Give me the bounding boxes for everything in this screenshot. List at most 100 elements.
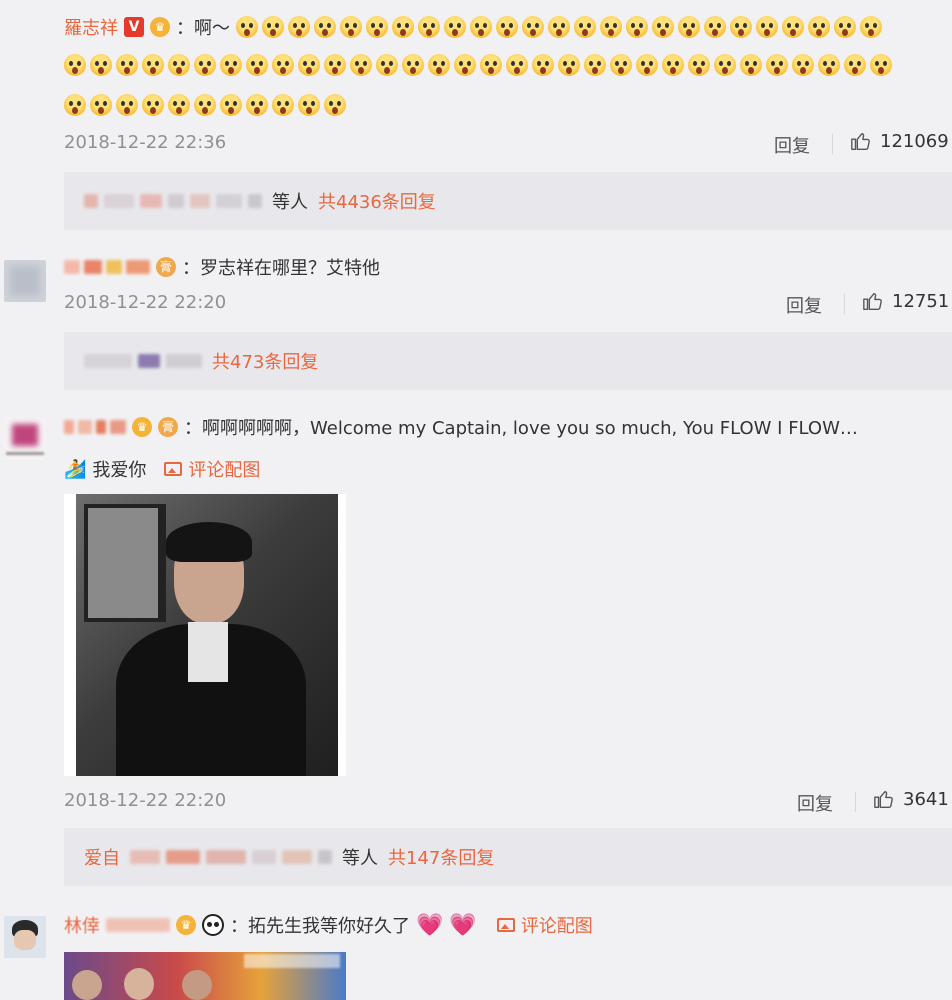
scream-face-icon xyxy=(246,94,268,116)
scream-face-icon xyxy=(548,16,570,38)
comment-date: 2018-12-22 22:36 xyxy=(64,132,227,153)
commenter-name-redacted[interactable] xyxy=(64,260,150,274)
divider xyxy=(832,134,833,154)
scream-face-icon xyxy=(324,54,346,76)
like-count: 12751 xyxy=(892,290,950,312)
comment-image[interactable] xyxy=(64,952,346,1000)
scream-face-icon xyxy=(236,16,258,38)
scream-face-icon xyxy=(766,54,788,76)
reply-button[interactable]: 回复 xyxy=(786,292,822,318)
comment-text: ：啊啊啊啊啊，Welcome my Captain, love you so m… xyxy=(184,418,858,439)
reply-count[interactable]: 共147条回复 xyxy=(388,844,494,870)
scream-face-icon xyxy=(678,16,700,38)
scream-face-icon xyxy=(740,54,762,76)
scream-face-icon xyxy=(220,94,242,116)
topic-link[interactable]: 🏄 我爱你 xyxy=(64,456,146,482)
scream-face-icon xyxy=(574,16,596,38)
fan-badge-icon: ♛ xyxy=(132,417,152,437)
topic-text: 我爱你 xyxy=(92,460,147,481)
scream-face-icon xyxy=(782,16,804,38)
like-button[interactable]: 12751 xyxy=(862,290,949,312)
scream-face-icon xyxy=(64,54,86,76)
scream-face-icon xyxy=(168,54,190,76)
commenter-name[interactable]: 林倖 xyxy=(64,912,100,938)
like-count: 3641 xyxy=(903,788,949,810)
scream-face-icon xyxy=(844,54,866,76)
scream-face-icon xyxy=(298,94,320,116)
reply-summary[interactable]: 爱自 等人 共147条回复 xyxy=(64,828,952,886)
scream-face-icon xyxy=(480,54,502,76)
reply-summary[interactable]: 共473条回复 xyxy=(64,332,952,390)
comment-image-label: 评论配图 xyxy=(188,460,261,481)
scream-face-icon xyxy=(652,16,674,38)
scream-face-icon xyxy=(506,54,528,76)
scream-face-icon xyxy=(262,16,284,38)
scream-face-icon xyxy=(272,54,294,76)
scream-face-icon xyxy=(392,16,414,38)
scream-face-icon xyxy=(818,54,840,76)
scream-face-icon xyxy=(444,16,466,38)
comment-3-attachments: 🏄 我爱你 评论配图 xyxy=(64,456,260,482)
comment-text: ：拓先生我等你好久了 xyxy=(230,916,410,937)
comment-image[interactable] xyxy=(64,494,346,776)
scream-face-icon xyxy=(90,54,112,76)
fan-badge-icon: 膏 xyxy=(156,257,176,277)
scream-face-icon xyxy=(454,54,476,76)
avatar[interactable] xyxy=(4,916,46,958)
comment-date: 2018-12-22 22:20 xyxy=(64,790,227,811)
comment-date: 2018-12-22 22:20 xyxy=(64,292,227,313)
comment-text: ：啊～ xyxy=(176,18,230,39)
image-icon xyxy=(164,462,183,476)
reply-button[interactable]: 回复 xyxy=(797,790,833,816)
scream-face-icon xyxy=(626,16,648,38)
reply-summary-suffix: 等人 xyxy=(342,848,378,869)
panda-icon xyxy=(202,914,224,936)
thumbs-up-icon xyxy=(863,292,882,310)
reply-button[interactable]: 回复 xyxy=(774,132,810,158)
reply-summary-prefix: 爱自 xyxy=(84,848,120,869)
scream-face-icon xyxy=(314,16,336,38)
reply-count[interactable]: 共4436条回复 xyxy=(318,188,436,214)
commenter-name-redacted[interactable] xyxy=(64,420,126,434)
scream-face-icon xyxy=(860,16,882,38)
like-button[interactable]: 3641 xyxy=(873,788,949,810)
scream-face-icon xyxy=(834,16,856,38)
comment-2-header: 膏 ：罗志祥在哪里？艾特他 xyxy=(64,254,380,280)
commenter-name[interactable]: 羅志祥 xyxy=(64,14,118,40)
avatar[interactable] xyxy=(4,260,46,302)
scream-face-icon xyxy=(756,16,778,38)
scream-face-icon xyxy=(142,94,164,116)
fan-badge-icon: 膏 xyxy=(158,417,178,437)
comment-image-link[interactable]: 评论配图 xyxy=(496,912,593,938)
like-count: 121069 xyxy=(880,130,949,152)
scream-face-icon xyxy=(428,54,450,76)
like-button[interactable]: 121069 xyxy=(850,130,949,152)
scream-face-icon xyxy=(792,54,814,76)
thumbs-up-icon xyxy=(851,132,870,150)
scream-face-icon xyxy=(600,16,622,38)
redacted-names xyxy=(130,850,332,864)
scream-face-icon xyxy=(90,94,112,116)
scream-face-icon xyxy=(298,54,320,76)
scream-face-icon xyxy=(366,16,388,38)
reply-summary[interactable]: 等人 共4436条回复 xyxy=(64,172,952,230)
scream-face-icon xyxy=(64,94,86,116)
scream-face-icon xyxy=(662,54,684,76)
scream-face-icon xyxy=(418,16,440,38)
reply-count[interactable]: 共473条回复 xyxy=(212,348,318,374)
scream-emoji-row xyxy=(64,94,944,116)
scream-face-icon xyxy=(288,16,310,38)
scream-face-icon xyxy=(808,16,830,38)
commenter-name-redacted xyxy=(106,918,170,932)
avatar[interactable] xyxy=(4,418,46,460)
scream-face-icon xyxy=(636,54,658,76)
comment-image-link[interactable]: 评论配图 xyxy=(164,456,260,482)
scream-face-icon xyxy=(704,16,726,38)
image-icon xyxy=(496,918,515,932)
redacted-names xyxy=(84,354,202,368)
scream-face-icon xyxy=(870,54,892,76)
reply-summary-suffix: 等人 xyxy=(272,192,308,213)
scream-face-icon xyxy=(350,54,372,76)
scream-face-icon xyxy=(194,54,216,76)
scream-face-icon xyxy=(168,94,190,116)
